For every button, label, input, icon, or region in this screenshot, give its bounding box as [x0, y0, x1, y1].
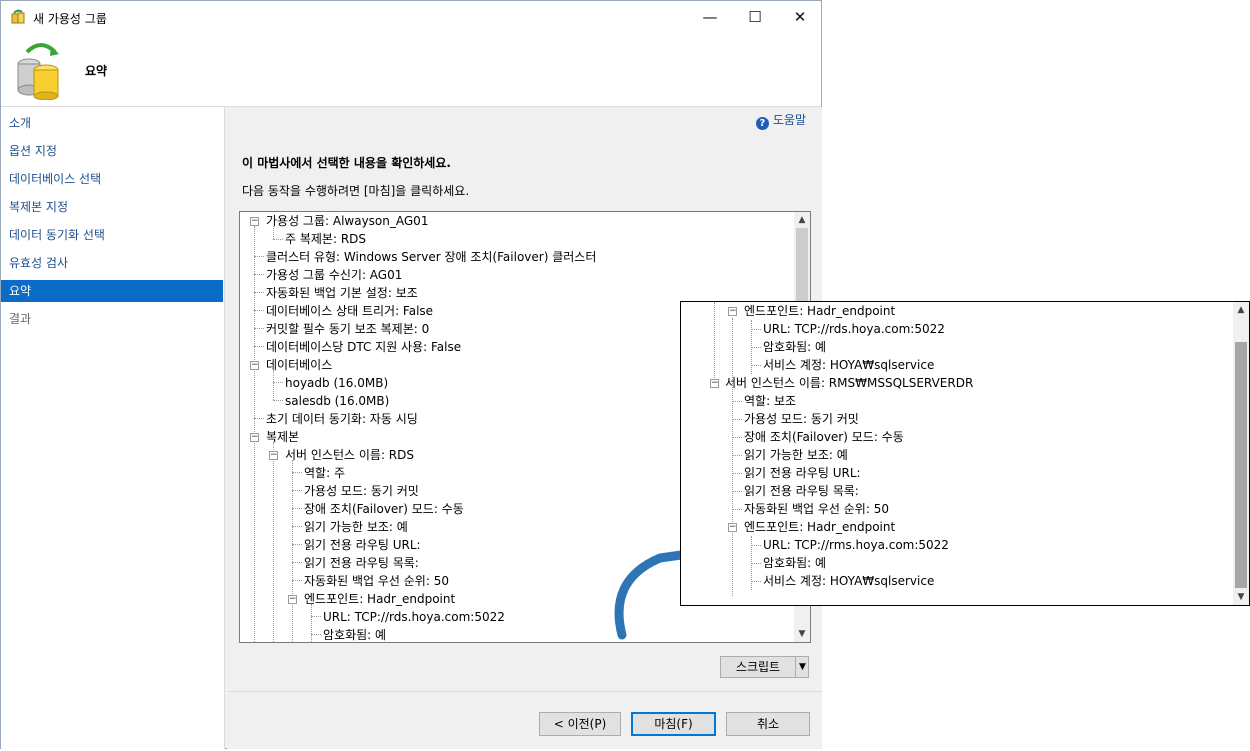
availability-group-icon: [11, 9, 25, 24]
tree-node: URL: TCP://rds.hoya.com:5022: [323, 610, 505, 624]
tree-node: salesdb (16.0MB): [285, 394, 390, 408]
sidebar-item-results: 결과: [9, 312, 32, 326]
collapse-icon[interactable]: −: [250, 217, 259, 226]
scroll-down-icon[interactable]: ▼: [794, 626, 810, 642]
tree-node: 클러스터 유형: Windows Server 장애 조치(Failover) …: [266, 250, 597, 264]
tree-node: 데이터베이스당 DTC 지원 사용: False: [266, 340, 462, 354]
tree-node: 자동화된 백업 우선 순위: 50: [304, 574, 449, 588]
tree-node: 가용성 모드: 동기 커밋: [304, 484, 419, 498]
tree-node: 가용성 그룹: Alwayson_AG01: [266, 214, 429, 228]
tree-node: hoyadb (16.0MB): [285, 376, 389, 390]
sidebar-item-validation[interactable]: 유효성 검사: [1, 252, 223, 274]
scroll-thumb[interactable]: [1235, 342, 1247, 588]
tree-node: 자동화된 백업 기본 설정: 보조: [266, 286, 418, 300]
zoom-scrollbar[interactable]: ▲ ▼: [1233, 302, 1249, 605]
scroll-down-icon[interactable]: ▼: [1233, 589, 1249, 605]
cancel-button[interactable]: 취소: [726, 712, 810, 736]
tree-node: 암호화됨: 예: [323, 628, 387, 642]
collapse-icon[interactable]: −: [250, 433, 259, 442]
tree-node: 데이터베이스: [266, 358, 333, 372]
script-label: 스크립트: [735, 660, 781, 674]
tree-node: 엔드포인트: Hadr_endpoint: [744, 520, 896, 534]
tree-node: 역할: 보조: [744, 394, 797, 408]
tree-node: 커밋할 필수 동기 보조 복제본: 0: [266, 322, 430, 336]
previous-button[interactable]: < 이전(P): [539, 712, 621, 736]
tree-node: URL: TCP://rms.hoya.com:5022: [763, 538, 949, 552]
scroll-up-icon[interactable]: ▲: [794, 212, 810, 228]
tree-node: 자동화된 백업 우선 순위: 50: [744, 502, 889, 516]
close-icon: ✕: [793, 8, 807, 26]
tree-node: 서버 인스턴스 이름: RDS: [285, 448, 415, 462]
script-button[interactable]: 스크립트 ▼: [720, 656, 809, 678]
tree-node: 복제본: [266, 430, 300, 444]
sidebar-item-replicas[interactable]: 복제본 지정: [1, 196, 223, 218]
tree-node: 장애 조치(Failover) 모드: 수동: [744, 430, 904, 444]
collapse-icon[interactable]: −: [728, 307, 737, 316]
tree-node: 서비스 계정: HOYA₩sqlservice: [763, 358, 935, 372]
help-label: 도움말: [772, 113, 806, 127]
close-button[interactable]: ✕: [777, 1, 823, 33]
title-bar: 새 가용성 그룹 — ☐ ✕: [1, 1, 821, 33]
chevron-down-icon[interactable]: ▼: [795, 657, 809, 677]
minimize-button[interactable]: —: [687, 1, 733, 33]
tree-node: 읽기 가능한 보조: 예: [304, 520, 408, 534]
tree-node: 장애 조치(Failover) 모드: 수동: [304, 502, 464, 516]
divider: [227, 691, 822, 692]
collapse-icon[interactable]: −: [250, 361, 259, 370]
summary-heading: 이 마법사에서 선택한 내용을 확인하세요.: [242, 156, 451, 170]
tree-node: 읽기 전용 라우팅 URL:: [744, 466, 861, 480]
maximize-icon: ☐: [748, 8, 762, 26]
tree-node: 서버 인스턴스 이름: RMS₩MSSQLSERVERDR: [725, 376, 974, 390]
collapse-icon[interactable]: −: [728, 523, 737, 532]
sidebar-item-databases[interactable]: 데이터베이스 선택: [1, 168, 223, 190]
zoomed-tree-panel[interactable]: − 엔드포인트: Hadr_endpoint URL: TCP://rds.ho…: [680, 301, 1250, 606]
tree-node: 엔드포인트: Hadr_endpoint: [744, 304, 896, 318]
tree-node: 암호화됨: 예: [763, 556, 827, 570]
tree-node: 주 복제본: RDS: [285, 232, 367, 246]
sidebar-item-intro[interactable]: 소개: [1, 112, 223, 134]
tree-node: 가용성 모드: 동기 커밋: [744, 412, 859, 426]
collapse-icon[interactable]: −: [710, 379, 719, 388]
tree-node: 엔드포인트: Hadr_endpoint: [304, 592, 456, 606]
collapse-icon[interactable]: −: [269, 451, 278, 460]
sidebar-item-data-sync[interactable]: 데이터 동기화 선택: [1, 224, 223, 246]
help-icon: ?: [755, 117, 769, 130]
tree-node: 읽기 전용 라우팅 URL:: [304, 538, 421, 552]
tree-node: 읽기 전용 라우팅 목록:: [304, 556, 419, 570]
page-title: 요약: [85, 64, 108, 78]
tree-node: 데이터베이스 상태 트리거: False: [266, 304, 434, 318]
tree-node: URL: TCP://rds.hoya.com:5022: [763, 322, 945, 336]
tree-node: 초기 데이터 동기화: 자동 시딩: [266, 412, 418, 426]
finish-button[interactable]: 마침(F): [631, 712, 716, 736]
tree-node: 암호화됨: 예: [763, 340, 827, 354]
sidebar: 소개 옵션 지정 데이터베이스 선택 복제본 지정 데이터 동기화 선택 유효성…: [1, 107, 225, 749]
tree-node: 읽기 가능한 보조: 예: [744, 448, 848, 462]
wizard-header: 요약: [1, 33, 821, 107]
database-sync-icon: [17, 43, 59, 100]
collapse-icon[interactable]: −: [288, 595, 297, 604]
tree-node: 서비스 계정: HOYA₩sqlservice: [763, 574, 935, 588]
summary-instruction: 다음 동작을 수행하려면 [마침]을 클릭하세요.: [242, 184, 470, 198]
tree-node: 가용성 그룹 수신기: AG01: [266, 268, 403, 282]
sidebar-item-options[interactable]: 옵션 지정: [1, 140, 223, 162]
window-title: 새 가용성 그룹: [33, 12, 107, 26]
scroll-thumb[interactable]: [796, 228, 808, 312]
scroll-up-icon[interactable]: ▲: [1233, 302, 1249, 318]
maximize-button[interactable]: ☐: [732, 1, 778, 33]
tree-node: 읽기 전용 라우팅 목록:: [744, 484, 859, 498]
sidebar-item-summary[interactable]: 요약: [1, 280, 223, 302]
tree-node: 역할: 주: [304, 466, 345, 480]
minimize-icon: —: [702, 8, 718, 26]
help-link[interactable]: ? 도움말: [755, 111, 806, 130]
